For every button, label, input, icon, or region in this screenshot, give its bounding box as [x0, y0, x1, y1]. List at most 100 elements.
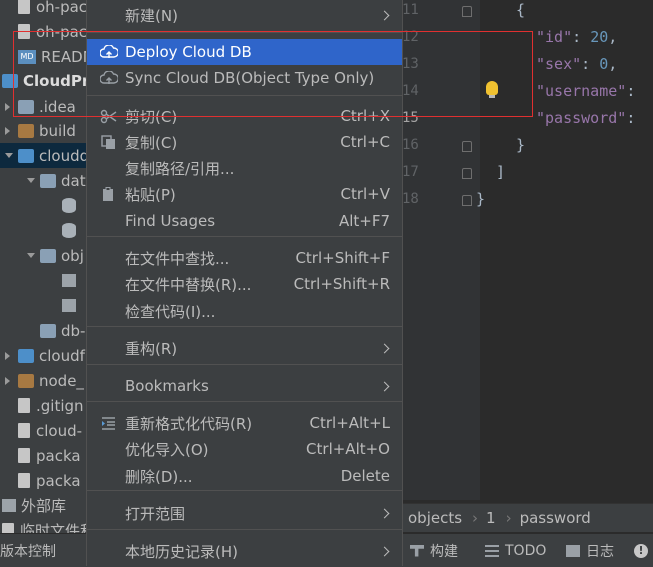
menu-separator — [87, 364, 402, 365]
editor-gutter — [400, 0, 480, 500]
menu-item-12[interactable]: Bookmarks — [87, 373, 402, 399]
line-number: 11 — [402, 2, 419, 18]
fold-marker-icon[interactable] — [462, 168, 472, 179]
chevron-down-icon[interactable] — [5, 153, 13, 158]
menu-item-shortcut: Ctrl+C — [340, 133, 390, 151]
menu-separator — [87, 326, 402, 327]
menu-item-shortcut: Ctrl+Alt+O — [306, 440, 390, 458]
tree-item[interactable]: .gitign — [0, 393, 86, 418]
json-value: 0 — [599, 55, 609, 73]
tree-item[interactable]: CloudPro — [0, 68, 86, 93]
tree-item-label: dat — [61, 171, 86, 190]
tree-item[interactable]: .idea — [0, 94, 86, 119]
tree-item[interactable]: packa — [0, 468, 86, 493]
lightbulb-icon[interactable] — [486, 81, 498, 98]
line-number: 13 — [402, 56, 419, 72]
tree-item[interactable]: cloudf — [0, 343, 86, 368]
chevron-right-icon — [379, 508, 390, 518]
tree-item[interactable]: build — [0, 118, 86, 143]
menu-item-1[interactable]: Deploy Cloud DB — [87, 39, 402, 65]
fold-marker-icon[interactable] — [462, 141, 472, 152]
code-line: } — [476, 190, 485, 208]
todo-tab[interactable]: TODO — [485, 534, 546, 567]
chevron-down-icon[interactable] — [27, 253, 35, 258]
tree-item[interactable]: 外部库 — [0, 493, 86, 518]
menu-item-label: 剪切(C) — [125, 107, 178, 126]
menu-item-15[interactable]: 删除(D)... Delete — [87, 463, 402, 489]
menu-item-4[interactable]: 复制(C) Ctrl+C — [87, 129, 402, 155]
menu-item-label: Deploy Cloud DB — [125, 43, 252, 61]
chevron-right-icon[interactable] — [5, 351, 10, 360]
menu-item-13[interactable]: 重新格式化代码(R) Ctrl+Alt+L — [87, 410, 402, 436]
hammer-icon — [410, 544, 424, 557]
log-tab[interactable]: 日志 — [566, 534, 614, 567]
tree-item[interactable]: oh-pac — [0, 0, 86, 19]
notifications-icon[interactable]: ! — [634, 534, 648, 567]
code-punct: { — [516, 1, 526, 19]
folder-icon — [18, 99, 34, 114]
menu-item-label: 粘贴(P) — [125, 185, 176, 204]
tree-item-label: obj — [61, 246, 84, 265]
fold-marker-icon[interactable] — [462, 6, 472, 17]
chevron-right-icon[interactable] — [5, 126, 10, 135]
menu-item-5[interactable]: 复制路径/引用... — [87, 155, 402, 181]
menu-item-16[interactable]: 打开范围 — [87, 500, 402, 526]
menu-item-17[interactable]: 本地历史记录(H) — [87, 538, 402, 564]
chevron-down-icon[interactable] — [27, 178, 35, 183]
menu-item-10[interactable]: 检查代码(I)... — [87, 298, 402, 324]
menu-item-7[interactable]: Find Usages Alt+F7 — [87, 208, 402, 234]
tree-item[interactable]: cloud- — [0, 418, 86, 443]
tree-item[interactable]: oh-pac — [0, 19, 86, 44]
file-icon — [18, 0, 30, 14]
chevron-right-icon[interactable] — [5, 102, 10, 111]
tree-item[interactable]: dat — [0, 168, 86, 193]
json-key: "sex" — [536, 55, 582, 73]
line-number: 18 — [402, 191, 419, 207]
fold-marker-icon[interactable] — [462, 195, 472, 206]
tree-item[interactable]: MD READM — [0, 44, 86, 69]
tree-item[interactable]: node_ — [0, 368, 86, 393]
menu-item-6[interactable]: 粘贴(P) Ctrl+V — [87, 181, 402, 207]
line-number: 17 — [402, 164, 419, 180]
tree-item[interactable]: cloudd — [0, 143, 86, 168]
menu-item-2[interactable]: Sync Cloud DB(Object Type Only) — [87, 65, 402, 91]
menu-item-label: 重新格式化代码(R) — [125, 414, 253, 433]
todo-tab-label: TODO — [505, 542, 547, 559]
tree-item[interactable] — [0, 268, 86, 293]
tree-item[interactable] — [0, 218, 86, 243]
file-icon — [18, 473, 30, 488]
menu-item-label: 复制路径/引用... — [125, 159, 235, 178]
code-line: "password": — [536, 109, 644, 127]
menu-item-0[interactable]: 新建(N) — [87, 2, 402, 28]
tree-item[interactable]: obj — [0, 243, 86, 268]
menu-item-11[interactable]: 重构(R) — [87, 335, 402, 361]
json-key: "username" — [536, 82, 627, 100]
json-comma: , — [608, 55, 618, 73]
chevron-right-icon — [379, 546, 390, 556]
menu-item-9[interactable]: 在文件中替换(R)... Ctrl+Shift+R — [87, 271, 402, 297]
chevron-right-icon[interactable] — [5, 376, 10, 385]
menu-item-label: Sync Cloud DB(Object Type Only) — [125, 69, 375, 87]
breadcrumb-item-password[interactable]: password — [520, 509, 591, 527]
line-number: 12 — [402, 29, 419, 45]
code-line: "username": — [536, 82, 644, 100]
menu-item-8[interactable]: 在文件中查找... Ctrl+Shift+F — [87, 245, 402, 271]
tree-item[interactable]: packa — [0, 443, 86, 468]
menu-item-3[interactable]: 剪切(C) Ctrl+X — [87, 103, 402, 129]
build-tab[interactable]: 构建 — [410, 534, 458, 567]
tree-item[interactable] — [0, 193, 86, 218]
tree-item-label: node_ — [39, 371, 84, 390]
clipboard-icon — [100, 186, 117, 202]
breadcrumb-item-objects[interactable]: objects — [408, 509, 462, 527]
vcs-tab[interactable]: 版本控制 — [0, 534, 56, 567]
build-tab-label: 构建 — [430, 543, 458, 560]
tree-item-label: .idea — [39, 97, 76, 116]
menu-item-label: 在文件中替换(R)... — [125, 275, 252, 294]
menu-item-14[interactable]: 优化导入(O) Ctrl+Alt+O — [87, 436, 402, 462]
json-value: 20 — [590, 28, 609, 46]
tree-item[interactable]: db- — [0, 318, 86, 343]
breadcrumb-item-index[interactable]: 1 — [486, 509, 496, 527]
tree-item[interactable] — [0, 293, 86, 318]
code-punct: } — [516, 136, 526, 154]
tree-item-label: oh-pac — [36, 0, 86, 16]
